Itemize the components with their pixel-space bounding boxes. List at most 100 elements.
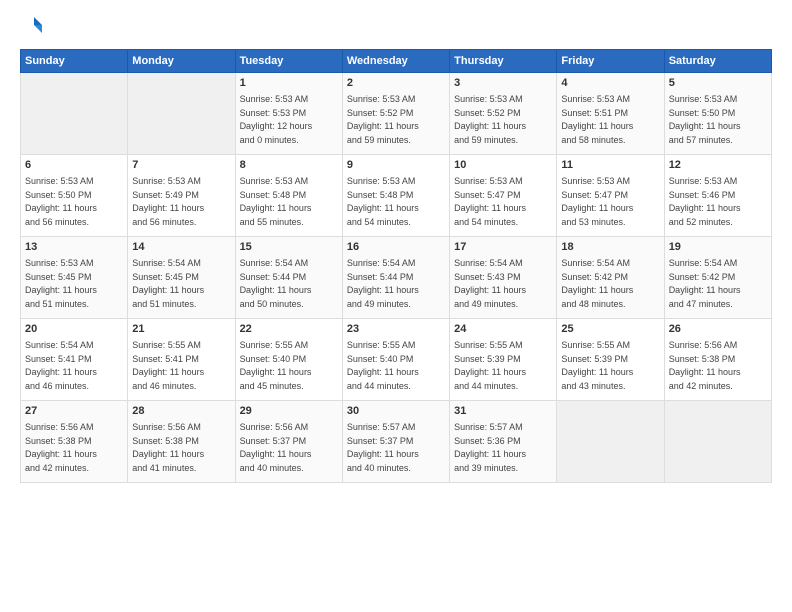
day-info: Sunrise: 5:53 AM Sunset: 5:47 PM Dayligh… — [454, 175, 552, 229]
header-day-friday: Friday — [557, 50, 664, 73]
day-info: Sunrise: 5:53 AM Sunset: 5:51 PM Dayligh… — [561, 93, 659, 147]
day-info: Sunrise: 5:53 AM Sunset: 5:53 PM Dayligh… — [240, 93, 338, 147]
day-info: Sunrise: 5:57 AM Sunset: 5:37 PM Dayligh… — [347, 421, 445, 475]
day-number: 25 — [561, 322, 659, 337]
day-number: 13 — [25, 240, 123, 255]
calendar-cell — [128, 73, 235, 155]
day-number: 20 — [25, 322, 123, 337]
calendar-body: 1 Sunrise: 5:53 AM Sunset: 5:53 PM Daylig… — [21, 73, 772, 483]
day-number: 7 — [132, 158, 230, 173]
calendar-cell: 19 Sunrise: 5:54 AM Sunset: 5:42 PM Dayli… — [664, 237, 771, 319]
calendar-cell: 2Sunrise: 5:53 AM Sunset: 5:52 PM Daylig… — [342, 73, 449, 155]
day-info: Sunrise: 5:55 AM Sunset: 5:40 PM Dayligh… — [240, 339, 338, 393]
day-number: 30 — [347, 404, 445, 419]
calendar-header: SundayMondayTuesdayWednesdayThursdayFrid… — [21, 50, 772, 73]
day-info: Sunrise: 5:53 AM Sunset: 5:46 PM Dayligh… — [669, 175, 767, 229]
calendar-cell: 28 Sunrise: 5:56 AM Sunset: 5:38 PM Dayli… — [128, 401, 235, 483]
day-info: Sunrise: 5:54 AM Sunset: 5:42 PM Dayligh… — [561, 257, 659, 311]
calendar-cell: 22 Sunrise: 5:55 AM Sunset: 5:40 PM Dayli… — [235, 319, 342, 401]
calendar-cell — [21, 73, 128, 155]
day-number: 23 — [347, 322, 445, 337]
calendar-week-2: 6 Sunrise: 5:53 AM Sunset: 5:50 PM Daylig… — [21, 155, 772, 237]
calendar-cell: 23 Sunrise: 5:55 AM Sunset: 5:40 PM Dayli… — [342, 319, 449, 401]
day-number: 28 — [132, 404, 230, 419]
day-info: Sunrise: 5:53 AM Sunset: 5:49 PM Dayligh… — [132, 175, 230, 229]
day-number: 21 — [132, 322, 230, 337]
day-number: 14 — [132, 240, 230, 255]
day-info: Sunrise: 5:53 AM Sunset: 5:45 PM Dayligh… — [25, 257, 123, 311]
day-info: Sunrise: 5:56 AM Sunset: 5:38 PM Dayligh… — [669, 339, 767, 393]
calendar-table: SundayMondayTuesdayWednesdayThursdayFrid… — [20, 49, 772, 483]
header-day-sunday: Sunday — [21, 50, 128, 73]
day-number: 9 — [347, 158, 445, 173]
header-day-thursday: Thursday — [450, 50, 557, 73]
day-info: Sunrise: 5:54 AM Sunset: 5:45 PM Dayligh… — [132, 257, 230, 311]
calendar-cell — [664, 401, 771, 483]
page: SundayMondayTuesdayWednesdayThursdayFrid… — [0, 0, 792, 612]
calendar-week-4: 20 Sunrise: 5:54 AM Sunset: 5:41 PM Dayli… — [21, 319, 772, 401]
day-info: Sunrise: 5:53 AM Sunset: 5:48 PM Dayligh… — [347, 175, 445, 229]
calendar-week-5: 27 Sunrise: 5:56 AM Sunset: 5:38 PM Dayli… — [21, 401, 772, 483]
day-number: 3 — [454, 76, 552, 91]
calendar-cell: 15 Sunrise: 5:54 AM Sunset: 5:44 PM Dayli… — [235, 237, 342, 319]
day-info: Sunrise: 5:53 AM Sunset: 5:48 PM Dayligh… — [240, 175, 338, 229]
day-number: 2 — [347, 76, 445, 91]
calendar-cell: 21 Sunrise: 5:55 AM Sunset: 5:41 PM Dayli… — [128, 319, 235, 401]
header-day-wednesday: Wednesday — [342, 50, 449, 73]
day-number: 6 — [25, 158, 123, 173]
day-number: 19 — [669, 240, 767, 255]
calendar-cell: 7 Sunrise: 5:53 AM Sunset: 5:49 PM Daylig… — [128, 155, 235, 237]
calendar-cell: 31Sunrise: 5:57 AM Sunset: 5:36 PM Dayli… — [450, 401, 557, 483]
calendar-cell: 10 Sunrise: 5:53 AM Sunset: 5:47 PM Dayli… — [450, 155, 557, 237]
calendar-cell: 13 Sunrise: 5:53 AM Sunset: 5:45 PM Dayli… — [21, 237, 128, 319]
header-day-tuesday: Tuesday — [235, 50, 342, 73]
logo — [20, 15, 48, 39]
day-info: Sunrise: 5:54 AM Sunset: 5:43 PM Dayligh… — [454, 257, 552, 311]
calendar-cell: 14 Sunrise: 5:54 AM Sunset: 5:45 PM Dayli… — [128, 237, 235, 319]
calendar-cell: 27Sunrise: 5:56 AM Sunset: 5:38 PM Dayli… — [21, 401, 128, 483]
day-number: 15 — [240, 240, 338, 255]
calendar-cell: 24 Sunrise: 5:55 AM Sunset: 5:39 PM Dayli… — [450, 319, 557, 401]
day-info: Sunrise: 5:55 AM Sunset: 5:41 PM Dayligh… — [132, 339, 230, 393]
day-info: Sunrise: 5:56 AM Sunset: 5:38 PM Dayligh… — [132, 421, 230, 475]
day-info: Sunrise: 5:54 AM Sunset: 5:44 PM Dayligh… — [240, 257, 338, 311]
day-info: Sunrise: 5:53 AM Sunset: 5:50 PM Dayligh… — [669, 93, 767, 147]
day-number: 26 — [669, 322, 767, 337]
day-info: Sunrise: 5:54 AM Sunset: 5:42 PM Dayligh… — [669, 257, 767, 311]
logo-icon — [20, 15, 44, 39]
header — [20, 15, 772, 39]
calendar-cell: 30 Sunrise: 5:57 AM Sunset: 5:37 PM Dayli… — [342, 401, 449, 483]
day-number: 27 — [25, 404, 123, 419]
day-info: Sunrise: 5:56 AM Sunset: 5:37 PM Dayligh… — [240, 421, 338, 475]
day-info: Sunrise: 5:55 AM Sunset: 5:40 PM Dayligh… — [347, 339, 445, 393]
calendar-week-3: 13 Sunrise: 5:53 AM Sunset: 5:45 PM Dayli… — [21, 237, 772, 319]
day-number: 1 — [240, 76, 338, 91]
day-info: Sunrise: 5:54 AM Sunset: 5:41 PM Dayligh… — [25, 339, 123, 393]
day-number: 8 — [240, 158, 338, 173]
day-number: 22 — [240, 322, 338, 337]
day-number: 16 — [347, 240, 445, 255]
calendar-cell: 16 Sunrise: 5:54 AM Sunset: 5:44 PM Dayli… — [342, 237, 449, 319]
day-info: Sunrise: 5:53 AM Sunset: 5:52 PM Dayligh… — [454, 93, 552, 147]
calendar-cell: 29 Sunrise: 5:56 AM Sunset: 5:37 PM Dayli… — [235, 401, 342, 483]
day-info: Sunrise: 5:54 AM Sunset: 5:44 PM Dayligh… — [347, 257, 445, 311]
day-number: 24 — [454, 322, 552, 337]
day-info: Sunrise: 5:53 AM Sunset: 5:50 PM Dayligh… — [25, 175, 123, 229]
day-info: Sunrise: 5:55 AM Sunset: 5:39 PM Dayligh… — [454, 339, 552, 393]
day-number: 11 — [561, 158, 659, 173]
day-info: Sunrise: 5:53 AM Sunset: 5:47 PM Dayligh… — [561, 175, 659, 229]
header-day-monday: Monday — [128, 50, 235, 73]
calendar-cell: 8 Sunrise: 5:53 AM Sunset: 5:48 PM Daylig… — [235, 155, 342, 237]
day-info: Sunrise: 5:55 AM Sunset: 5:39 PM Dayligh… — [561, 339, 659, 393]
day-number: 10 — [454, 158, 552, 173]
day-number: 29 — [240, 404, 338, 419]
header-row: SundayMondayTuesdayWednesdayThursdayFrid… — [21, 50, 772, 73]
day-number: 4 — [561, 76, 659, 91]
day-number: 31 — [454, 404, 552, 419]
header-day-saturday: Saturday — [664, 50, 771, 73]
calendar-cell: 3 Sunrise: 5:53 AM Sunset: 5:52 PM Daylig… — [450, 73, 557, 155]
calendar-cell: 1 Sunrise: 5:53 AM Sunset: 5:53 PM Daylig… — [235, 73, 342, 155]
day-number: 17 — [454, 240, 552, 255]
calendar-cell: 20 Sunrise: 5:54 AM Sunset: 5:41 PM Dayli… — [21, 319, 128, 401]
calendar-cell: 5Sunrise: 5:53 AM Sunset: 5:50 PM Daylig… — [664, 73, 771, 155]
